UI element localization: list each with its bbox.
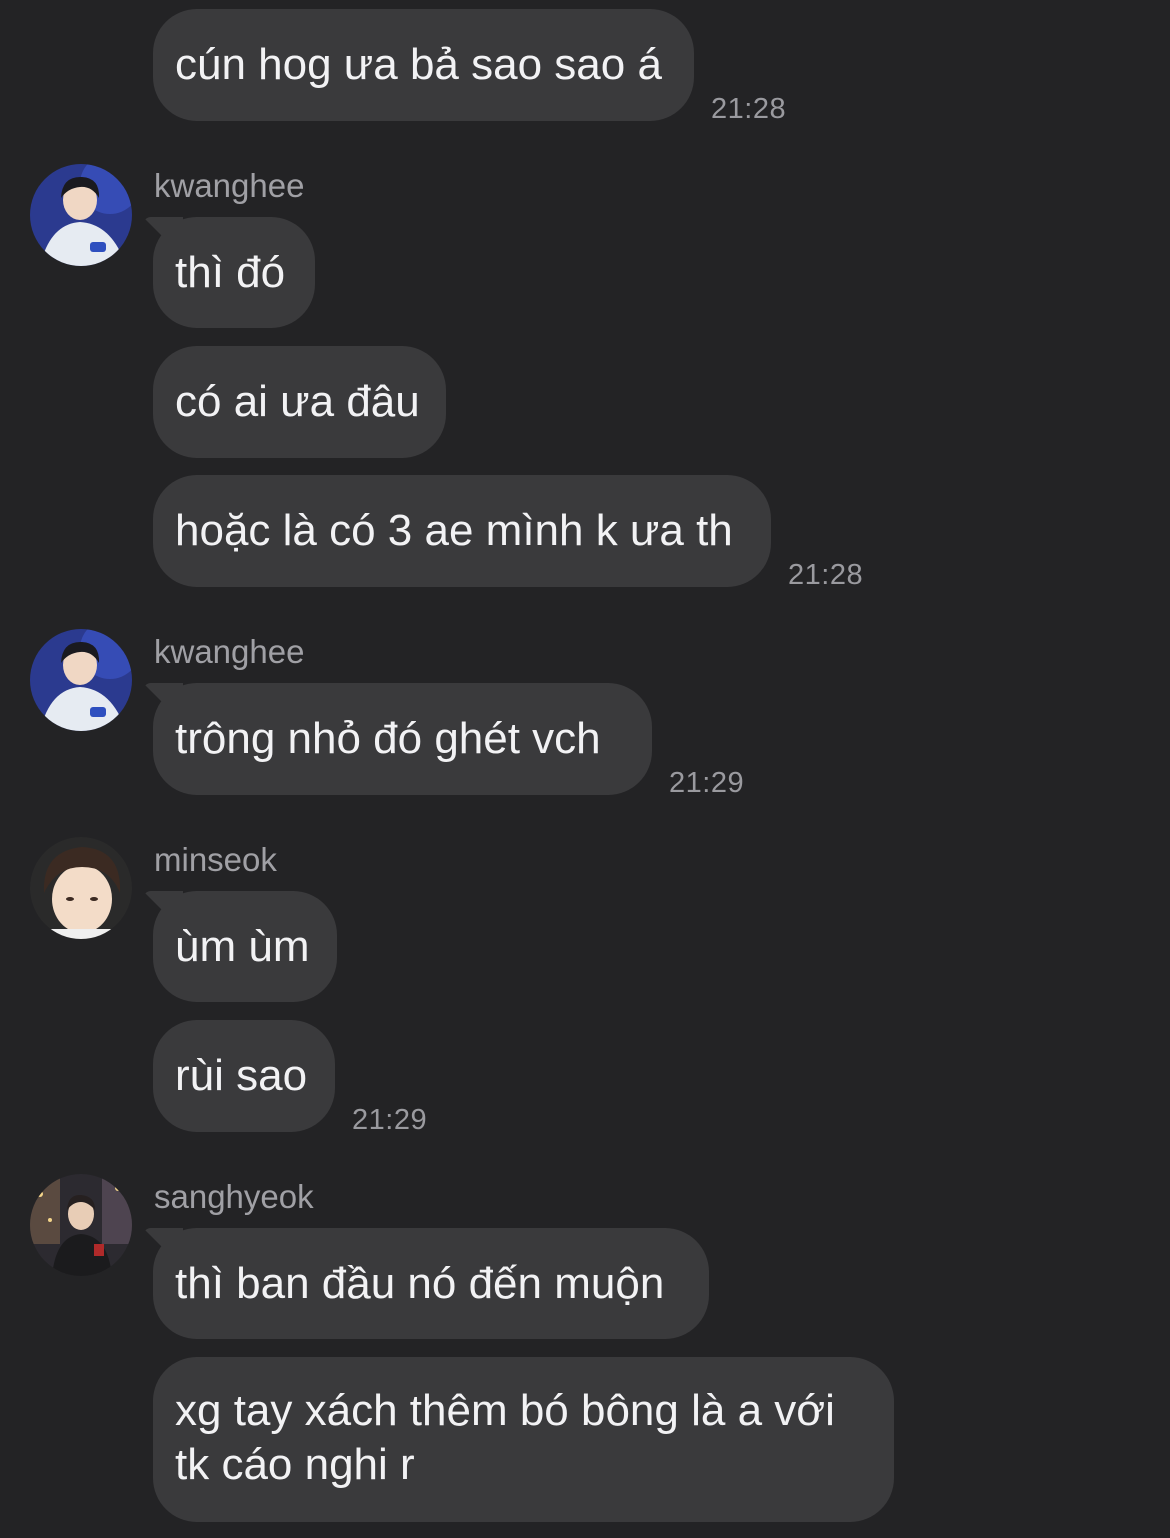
message-text: trông nhỏ đó ghét vch [175, 714, 601, 763]
minseok-avatar-icon[interactable] [30, 837, 132, 939]
message-text: thì đó [175, 247, 286, 297]
message-bubble[interactable]: xg tay xách thêm bó bông là a với tk cáo… [153, 1357, 894, 1522]
sender-name: minseok [154, 841, 277, 878]
kwanghee-avatar-icon[interactable] [30, 164, 132, 266]
message-bubble[interactable]: rùi sao [153, 1020, 335, 1132]
message-bubble[interactable]: thì ban đầu nó đến muộn [153, 1228, 709, 1339]
message-bubble[interactable]: thì đó [153, 217, 315, 328]
message-timestamp: 21:29 [669, 767, 745, 799]
message-text: có ai ưa đâu [175, 377, 420, 426]
sender-name: kwanghee [154, 167, 305, 204]
kwanghee-avatar-icon[interactable] [30, 629, 132, 731]
sender-name: kwanghee [154, 633, 305, 670]
message-text: thì ban đầu nó đến muộn [175, 1258, 665, 1308]
message-text: rùi sao [175, 1051, 308, 1100]
sanghyeok-avatar-icon[interactable] [30, 1174, 132, 1276]
message-bubble[interactable]: ùm ùm [153, 891, 337, 1002]
message-bubble[interactable]: trông nhỏ đó ghét vch [153, 683, 652, 795]
message-bubble[interactable]: hoặc là có 3 ae mình k ưa th [153, 475, 771, 587]
message-timestamp: 21:28 [788, 559, 864, 591]
message-text: hoặc là có 3 ae mình k ưa th [175, 506, 733, 555]
message-bubble[interactable]: cún hog ưa bả sao sao á [153, 9, 694, 121]
message-timestamp: 21:29 [352, 1104, 428, 1136]
message-text: ùm ùm [175, 921, 310, 971]
sender-name: sanghyeok [154, 1178, 314, 1215]
message-text: cún hog ưa bả sao sao á [175, 40, 662, 89]
message-bubble[interactable]: có ai ưa đâu [153, 346, 446, 458]
message-text: xg tay xách thêm bó bông là a với tk cáo… [175, 1386, 835, 1489]
message-timestamp: 21:28 [711, 93, 787, 125]
